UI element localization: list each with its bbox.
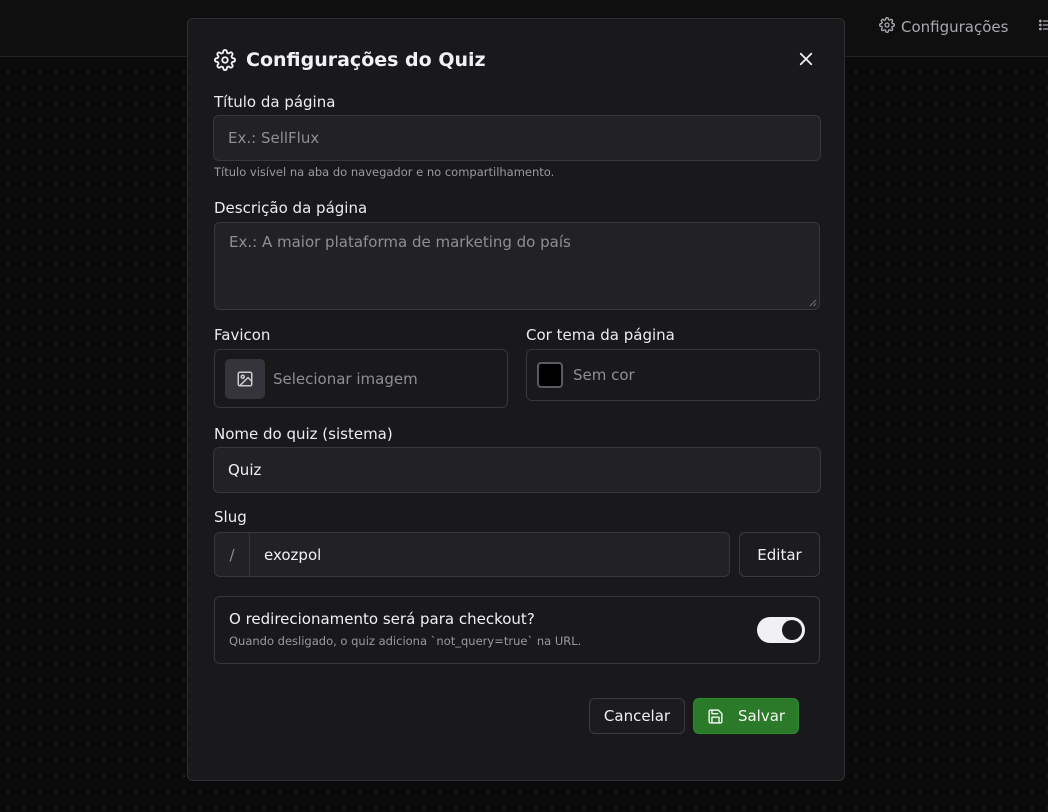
redirect-setting-title: O redirecionamento será para checkout?: [229, 610, 535, 628]
redirect-setting-description: Quando desligado, o quiz adiciona `not_q…: [229, 634, 582, 648]
gear-icon: [879, 17, 895, 37]
image-icon: [236, 370, 254, 388]
favicon-select-label: Selecionar imagem: [273, 369, 418, 388]
slug-label: Slug: [214, 508, 247, 526]
top-nav-item-list[interactable]: [1038, 17, 1048, 37]
quiz-settings-dialog: Configurações do Quiz Título da página E…: [187, 18, 845, 781]
page-description-label: Descrição da página: [214, 199, 368, 217]
theme-color-picker[interactable]: Sem cor: [526, 349, 820, 401]
resize-handle-icon[interactable]: [808, 298, 817, 307]
slug-prefix: /: [215, 533, 250, 576]
cancel-label: Cancelar: [603, 707, 671, 725]
favicon-label: Favicon: [214, 326, 271, 344]
favicon-selector[interactable]: Selecionar imagem: [214, 349, 508, 408]
checkout-redirect-toggle[interactable]: [757, 617, 805, 643]
gear-icon: [214, 49, 236, 71]
close-icon: [797, 50, 815, 68]
close-button[interactable]: [794, 47, 818, 71]
color-swatch[interactable]: [537, 362, 563, 388]
quiz-name-input[interactable]: Quiz: [213, 447, 821, 493]
save-label: Salvar: [737, 707, 786, 725]
dialog-title: Configurações do Quiz: [246, 49, 486, 71]
save-button[interactable]: Salvar: [693, 698, 799, 734]
page-description-textarea[interactable]: Ex.: A maior plataforma de marketing do …: [214, 222, 820, 310]
cancel-button[interactable]: Cancelar: [589, 698, 685, 734]
page-title-hint: Título visível na aba do navegador e no …: [214, 165, 555, 179]
page-title-input[interactable]: Ex.: SellFlux: [213, 115, 821, 161]
top-nav-config-label: Configurações: [901, 18, 1009, 36]
slug-value: exozpol: [264, 545, 322, 564]
list-icon: [1038, 17, 1048, 37]
theme-color-label: Cor tema da página: [526, 326, 675, 344]
image-placeholder-box: [225, 358, 265, 399]
page-description-placeholder: Ex.: A maior plataforma de marketing do …: [229, 233, 571, 251]
save-icon: [707, 708, 724, 725]
theme-color-value: Sem cor: [573, 366, 635, 384]
edit-slug-label: Editar: [757, 545, 802, 564]
checkout-redirect-setting: O redirecionamento será para checkout? Q…: [214, 596, 820, 664]
top-nav-item-configuracoes[interactable]: Configurações: [879, 17, 1008, 37]
quiz-name-label: Nome do quiz (sistema): [214, 425, 393, 443]
quiz-name-value: Quiz: [228, 461, 262, 479]
page-title-label: Título da página: [214, 93, 336, 111]
toggle-knob: [782, 620, 802, 640]
page-title-placeholder: Ex.: SellFlux: [228, 129, 320, 147]
edit-slug-button[interactable]: Editar: [739, 532, 820, 577]
slug-input[interactable]: / exozpol: [214, 532, 730, 577]
dialog-header: Configurações do Quiz: [214, 49, 486, 71]
